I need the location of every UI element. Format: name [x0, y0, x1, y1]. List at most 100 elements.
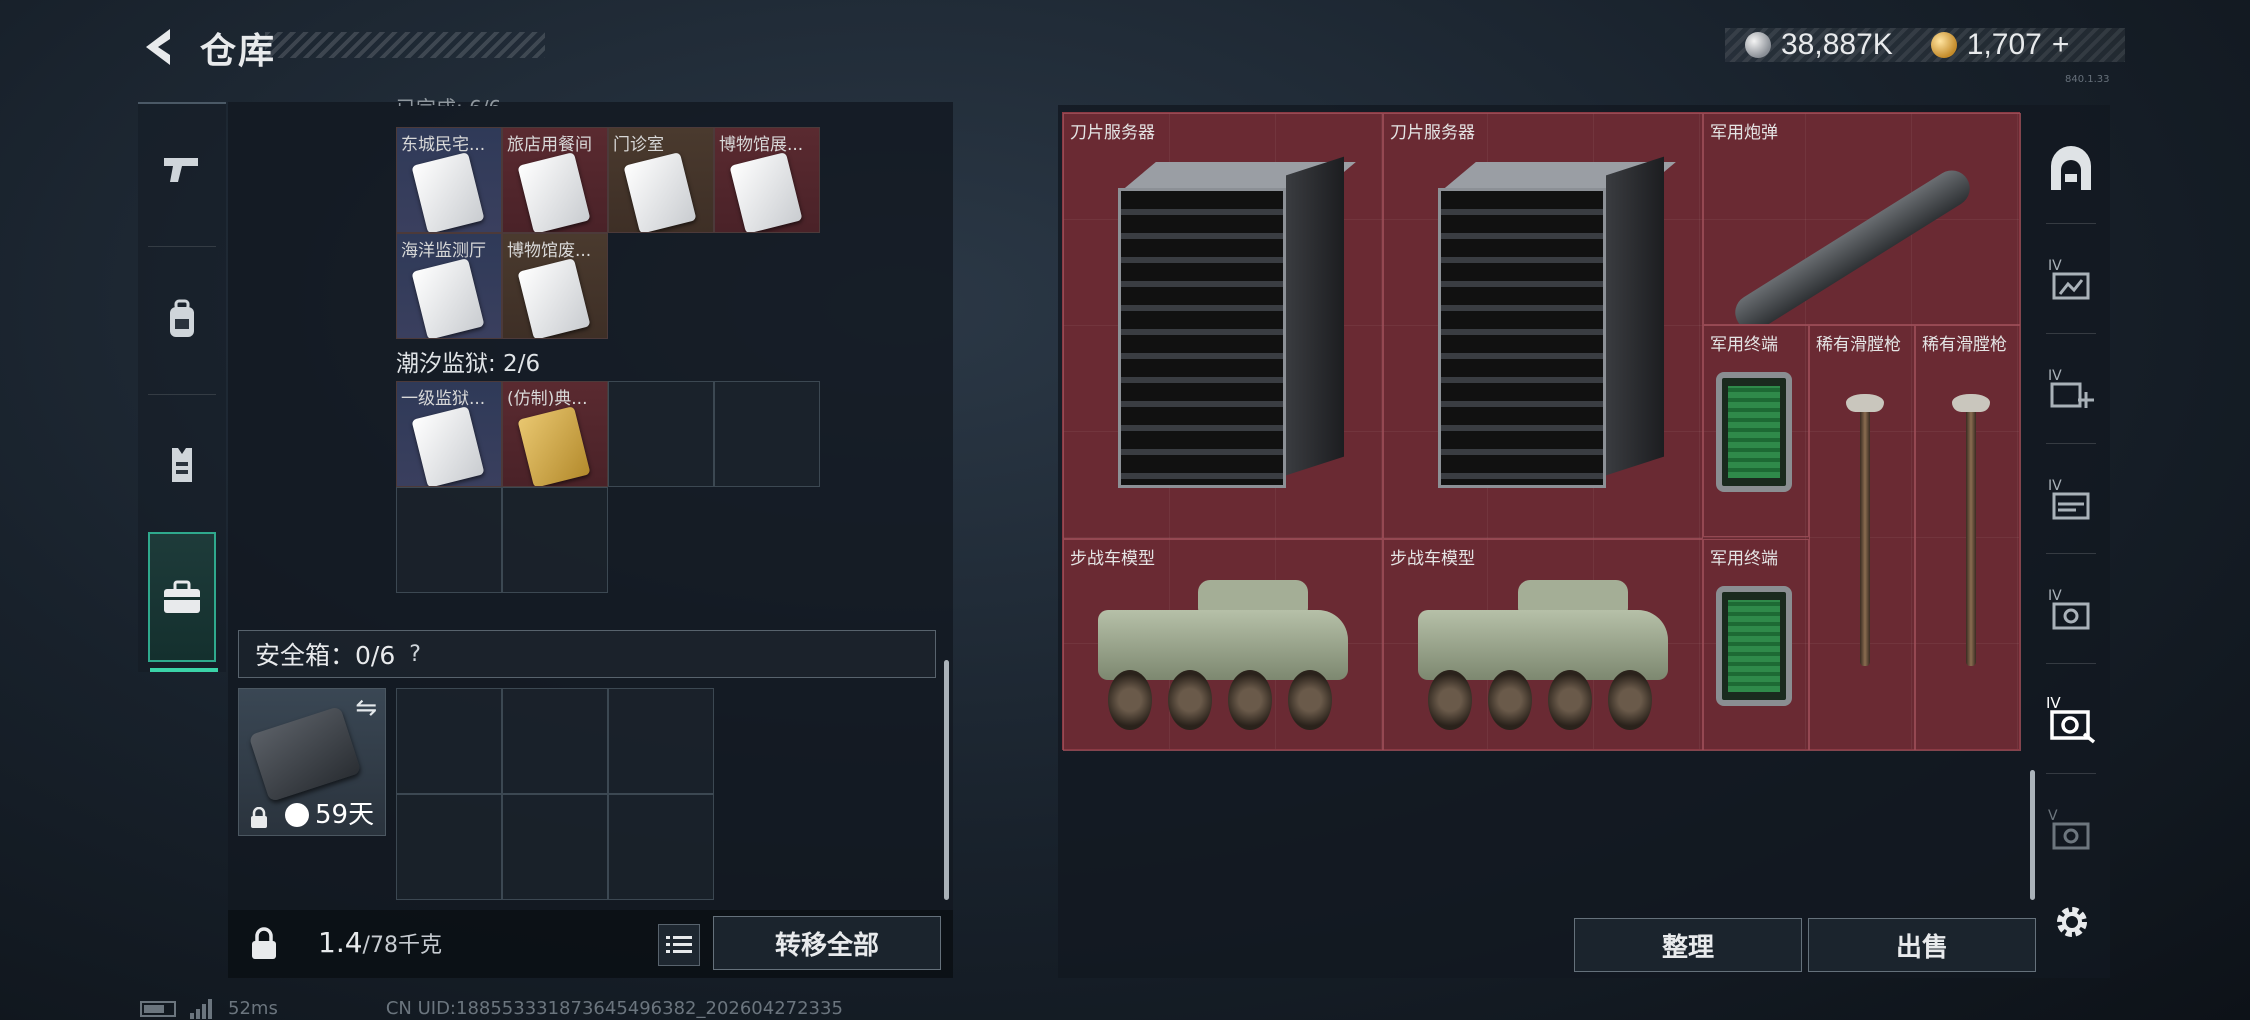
- category-armor[interactable]: [138, 399, 226, 529]
- gold-coin-icon: [1930, 32, 1957, 58]
- stash-item-military-terminal[interactable]: 军用终端: [1703, 325, 1809, 537]
- vault-icon: [2051, 146, 2091, 190]
- inventory-scrollbar[interactable]: [944, 660, 949, 900]
- stash-grid: 刀片服务器 刀片服务器 军用炮弹 军用终端 稀有滑膛枪 稀有滑膛枪 步战车模型: [1062, 112, 2021, 751]
- back-button[interactable]: [135, 22, 185, 72]
- stash-item-blade-server[interactable]: 刀片服务器: [1063, 113, 1383, 539]
- stash-item-military-shell[interactable]: 军用炮弹: [1703, 113, 2021, 325]
- vest-icon: [172, 448, 192, 482]
- collectible-card[interactable]: (仿制)典...: [502, 381, 608, 487]
- svg-text:IV: IV: [2048, 258, 2062, 274]
- terminal-icon: [1716, 372, 1792, 492]
- keycard-icon: [411, 406, 485, 486]
- safe-slot[interactable]: [502, 688, 608, 794]
- help-icon[interactable]: ?: [409, 642, 421, 667]
- missile-icon: [1728, 163, 1977, 324]
- category-backpack[interactable]: [138, 254, 226, 384]
- silver-currency-value: 38,887K: [1781, 28, 1893, 61]
- keycard-icon: [623, 152, 697, 232]
- collectible-card[interactable]: 门诊室: [608, 127, 714, 233]
- stash-page-icon: V: [2048, 808, 2090, 850]
- stash-tab-iv-add[interactable]: IV: [2032, 345, 2110, 433]
- swap-icon[interactable]: ⇋: [355, 693, 377, 723]
- svg-text:IV: IV: [2048, 368, 2062, 384]
- musket-icon: [1952, 394, 1990, 666]
- lock-button[interactable]: [242, 922, 286, 966]
- stash-page-scrollbar[interactable]: [2030, 770, 2035, 900]
- safe-box-case[interactable]: ⇋ 59天: [238, 688, 386, 836]
- collectible-card[interactable]: 旅店用餐间: [502, 127, 608, 233]
- safe-slot[interactable]: [396, 688, 502, 794]
- server-icon: [1118, 156, 1356, 492]
- collectible-card[interactable]: 一级监狱...: [396, 381, 502, 487]
- collectible-card[interactable]: 博物馆废...: [502, 233, 608, 339]
- stash-main-tab[interactable]: [2032, 125, 2110, 213]
- empty-slot[interactable]: [396, 487, 502, 593]
- collectible-card[interactable]: 海洋监测厅: [396, 233, 502, 339]
- stash-page-icon: IV: [2048, 478, 2090, 520]
- safe-box-header: 安全箱：0/6 ?: [238, 630, 936, 678]
- keycard-icon: [729, 152, 803, 232]
- weight-current: 1.4: [318, 926, 363, 959]
- category-sidebar: [138, 102, 226, 672]
- version-label: 840.1.33: [2065, 74, 2110, 85]
- lock-icon: [252, 927, 276, 959]
- safe-slot[interactable]: [608, 794, 714, 900]
- armored-vehicle-icon: [1408, 570, 1678, 740]
- collectible-card[interactable]: 东城民宅...: [396, 127, 502, 233]
- svg-text:IV: IV: [2048, 478, 2062, 494]
- title-decoration: [265, 32, 545, 58]
- list-icon: [666, 936, 692, 953]
- stash-item-ifv-model[interactable]: 步战车模型: [1063, 539, 1383, 751]
- category-weapons[interactable]: [138, 104, 226, 234]
- gear-icon: [2057, 907, 2087, 937]
- back-arrow-icon: [146, 29, 170, 65]
- empty-slot[interactable]: [714, 381, 820, 487]
- server-icon: [1438, 156, 1676, 492]
- stash-item-blade-server[interactable]: 刀片服务器: [1383, 113, 1703, 539]
- weight-display: 1.4/78千克: [318, 926, 442, 959]
- add-currency-button[interactable]: +: [2052, 28, 2070, 62]
- list-view-button[interactable]: [658, 924, 700, 966]
- stash-page-icon: IV: [2048, 588, 2090, 630]
- stash-tab-iv-1[interactable]: IV: [2032, 235, 2110, 323]
- clock-icon: [285, 803, 309, 827]
- stash-tab-iv-2[interactable]: IV: [2032, 455, 2110, 543]
- empty-slot[interactable]: [502, 487, 608, 593]
- inventory-footer: 1.4/78千克 转移全部: [228, 910, 953, 978]
- section-completed-label: 已完成: 6/6: [396, 92, 501, 106]
- page-title: 仓库: [200, 31, 277, 72]
- safe-slot[interactable]: [396, 794, 502, 900]
- stash-item-rare-musket[interactable]: 稀有滑膛枪: [1915, 325, 2021, 751]
- stash-tab-iv-active[interactable]: IV: [2032, 675, 2110, 763]
- stash-tab-iv-3[interactable]: IV: [2032, 565, 2110, 653]
- transfer-all-button[interactable]: 转移全部: [713, 916, 941, 970]
- section-tidal-prison-label: 潮汐监狱: 2/6: [396, 351, 541, 377]
- user-uid: CN UID:188553331873645496382_20260427233…: [385, 998, 843, 1019]
- musket-icon: [1846, 394, 1884, 666]
- collectible-card[interactable]: 博物馆展...: [714, 127, 820, 233]
- terminal-icon: [1716, 586, 1792, 706]
- settings-button[interactable]: [2050, 900, 2094, 944]
- battery-icon: [140, 1000, 176, 1017]
- status-bar: 52ms CN UID:188553331873645496382_202604…: [140, 998, 843, 1019]
- safe-box-label: 安全箱：0/6: [255, 641, 396, 670]
- safe-slot[interactable]: [608, 688, 714, 794]
- organize-button[interactable]: 整理: [1574, 918, 1802, 972]
- safe-slot[interactable]: [502, 794, 608, 900]
- stash-tab-v[interactable]: V: [2032, 785, 2110, 873]
- stash-item-military-terminal[interactable]: 军用终端: [1703, 539, 1809, 751]
- armored-vehicle-icon: [1088, 570, 1358, 740]
- stash-item-ifv-model[interactable]: 步战车模型: [1383, 539, 1703, 751]
- pistol-icon: [164, 158, 198, 182]
- signal-icon: [190, 998, 212, 1019]
- svg-text:IV: IV: [2048, 588, 2062, 604]
- empty-slot[interactable]: [608, 381, 714, 487]
- silver-coin-icon: [1745, 32, 1771, 58]
- sell-button[interactable]: 出售: [1808, 918, 2036, 972]
- gold-currency-value: 1,707: [1966, 28, 2042, 61]
- category-case[interactable]: [148, 532, 218, 672]
- stash-page-sidebar: IV IV IV IV IV V: [2032, 105, 2110, 965]
- stash-item-rare-musket[interactable]: 稀有滑膛枪: [1809, 325, 1915, 751]
- keycard-icon: [411, 152, 485, 232]
